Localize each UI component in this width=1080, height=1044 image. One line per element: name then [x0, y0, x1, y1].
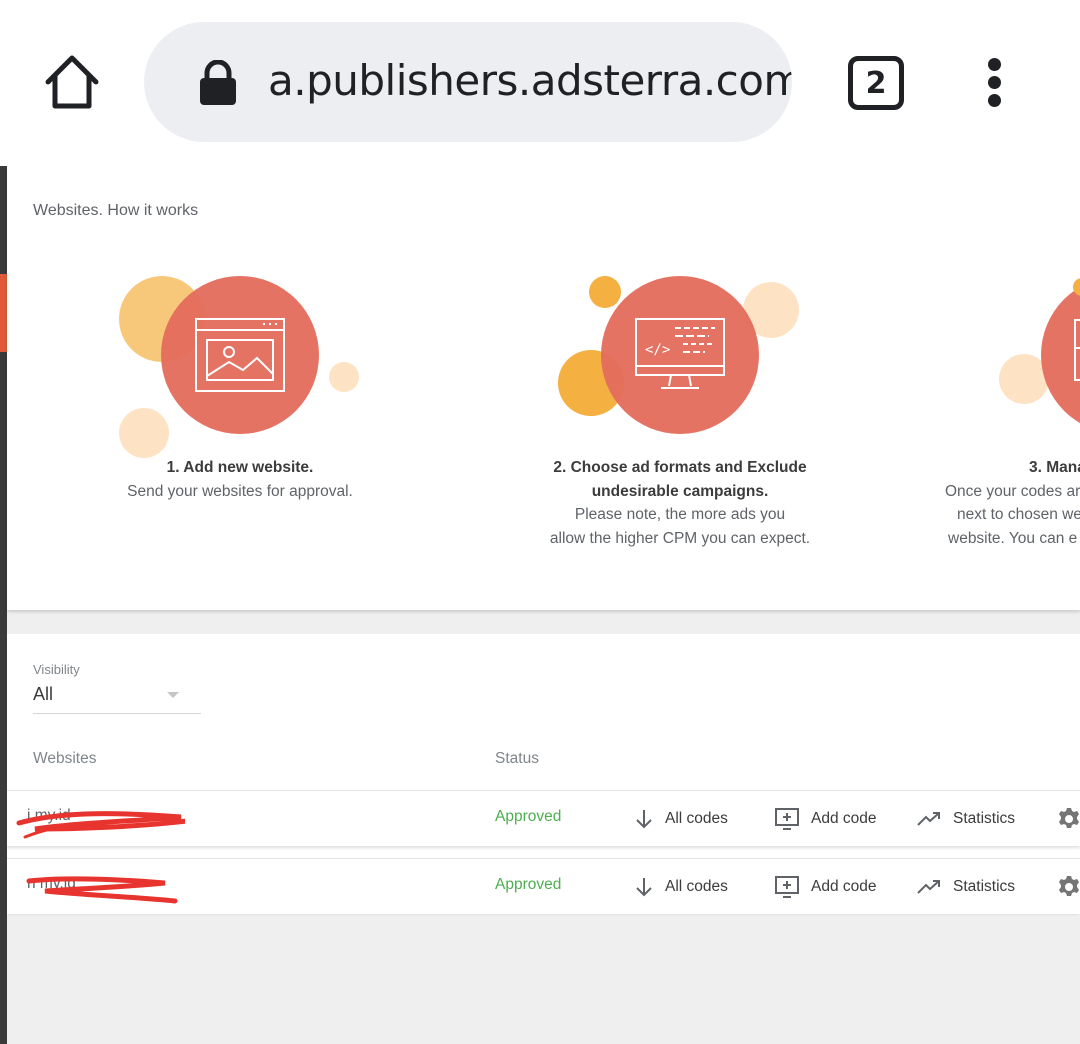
all-codes-button[interactable]: All codes: [635, 875, 728, 899]
address-bar[interactable]: a.publishers.adsterra.com: [144, 22, 792, 142]
url-text: a.publishers.adsterra.com: [268, 56, 792, 105]
add-to-screen-icon: [775, 808, 799, 830]
all-codes-label: All codes: [665, 878, 728, 895]
home-icon[interactable]: [42, 52, 102, 112]
browser-image-icon: [195, 318, 285, 392]
all-codes-button[interactable]: All codes: [635, 807, 728, 831]
dashboard-icon: [1074, 319, 1080, 381]
svg-text:</>: </>: [645, 342, 670, 358]
dropdown-caret-icon: [167, 692, 179, 698]
arrow-down-icon: [636, 810, 652, 829]
status-badge: Approved: [495, 876, 562, 893]
trending-up-icon: [917, 880, 940, 894]
lock-icon: [198, 59, 238, 106]
arrow-down-icon: [636, 878, 652, 897]
add-code-button[interactable]: Add code: [775, 875, 877, 899]
add-to-screen-icon: [775, 876, 799, 898]
table-row: n my.id Approved All codes Add code Stat…: [7, 858, 1080, 914]
step2-heading-line-1: 2. Choose ad formats and Exclude: [553, 459, 807, 476]
visibility-select[interactable]: All: [33, 684, 201, 714]
status-badge: Approved: [495, 808, 562, 825]
all-codes-label: All codes: [665, 810, 728, 827]
column-header-status[interactable]: Status: [495, 750, 539, 768]
step1-text: 1. Add new website. Send your websites f…: [125, 456, 355, 503]
websites-list-card: Visibility All Websites Status i my.id A…: [7, 634, 1080, 916]
step3-line-1: Once your codes are: [945, 482, 1080, 500]
how-it-works-card: Websites. How it works 1. Add new websit…: [7, 166, 1080, 610]
step2-heading-line-2: undesirable campaigns.: [591, 482, 769, 500]
step3-line-3: website. You can e: [948, 529, 1078, 547]
code-monitor-icon: </>: [635, 318, 725, 389]
table-row: i my.id Approved All codes Add code Stat…: [7, 790, 1080, 846]
tabs-counter-button[interactable]: 2: [848, 56, 904, 110]
side-nav-active-indicator: [0, 274, 7, 352]
visibility-label: Visibility: [33, 662, 80, 677]
trending-up-icon: [917, 812, 940, 826]
step1-heading: 1. Add new website.: [166, 459, 314, 476]
step2-line-1: Please note, the more ads you: [574, 506, 786, 523]
browser-toolbar: a.publishers.adsterra.com 2: [0, 0, 1080, 166]
step3-line-2: next to chosen we: [957, 506, 1080, 523]
more-vert-icon[interactable]: [980, 56, 1010, 110]
statistics-label: Statistics: [953, 810, 1016, 827]
redaction-scribble: [26, 876, 178, 904]
step3-heading: 3. Mana: [1029, 459, 1080, 476]
gear-icon[interactable]: [1057, 875, 1080, 899]
add-code-button[interactable]: Add code: [775, 807, 877, 831]
step3-text: 3. Mana Once your codes are next to chos…: [937, 456, 1080, 550]
add-code-label: Add code: [811, 810, 877, 827]
column-header-websites[interactable]: Websites: [33, 750, 96, 768]
add-code-label: Add code: [811, 878, 877, 895]
gear-icon[interactable]: [1057, 807, 1080, 831]
statistics-button[interactable]: Statistics: [917, 807, 1015, 831]
section-title: Websites. How it works: [33, 202, 199, 219]
visibility-value: All: [33, 684, 54, 704]
step1-line-1: Send your websites for approval.: [127, 482, 353, 500]
step2-text: 2. Choose ad formats and Exclude undesir…: [535, 456, 825, 550]
statistics-label: Statistics: [953, 878, 1016, 895]
step2-line-2: allow the higher CPM you can expect.: [549, 529, 811, 547]
redaction-scribble: [16, 811, 185, 839]
statistics-button[interactable]: Statistics: [917, 875, 1015, 899]
